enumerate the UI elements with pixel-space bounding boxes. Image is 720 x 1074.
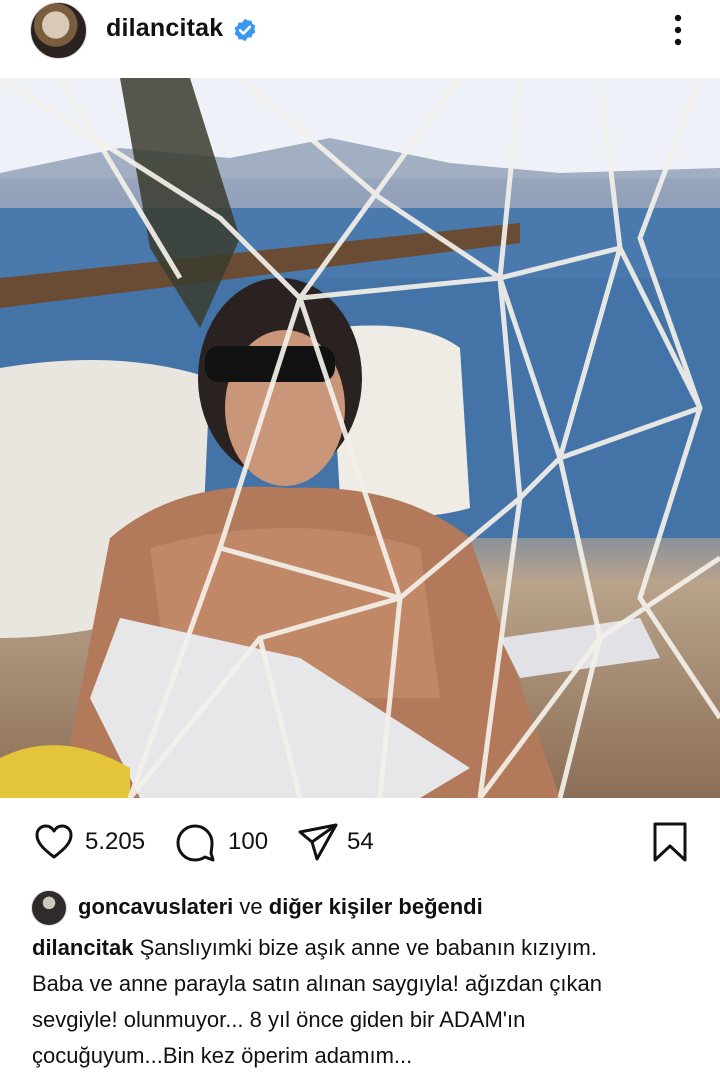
liked-by-others[interactable]: diğer kişiler beğendi <box>269 894 483 919</box>
verified-badge-icon <box>234 18 256 42</box>
shares-count[interactable]: 54 <box>347 828 374 856</box>
liker-avatar[interactable] <box>31 890 67 926</box>
photo-illustration <box>0 78 720 798</box>
liked-by-connector: ve <box>239 894 263 919</box>
heart-icon[interactable] <box>32 820 76 864</box>
send-icon[interactable] <box>296 820 340 864</box>
caption-text-1: Şanslıyımki bize aşık anne ve babanın kı… <box>139 935 597 960</box>
liker-username[interactable]: goncavuslateri <box>78 894 233 919</box>
post-actions: 5.205 100 54 <box>0 812 720 874</box>
caption-line-1: dilancitak Şanslıyımki bize aşık anne ve… <box>32 930 702 966</box>
caption-text-3: sevgiyle! olunmuyor... 8 yıl önce giden … <box>32 1007 526 1032</box>
likes-count[interactable]: 5.205 <box>85 828 145 856</box>
comment-icon[interactable] <box>173 820 217 864</box>
post-header: dilancitak <box>0 0 720 78</box>
post-photo[interactable] <box>0 78 720 798</box>
caption-username[interactable]: dilancitak <box>32 935 133 960</box>
comments-count[interactable]: 100 <box>228 828 268 856</box>
more-vertical-icon[interactable] <box>664 12 692 48</box>
caption-text-2: Baba ve anne parayla satın alınan saygıy… <box>32 971 602 996</box>
bookmark-icon[interactable] <box>648 820 692 864</box>
post-caption: dilancitak Şanslıyımki bize aşık anne ve… <box>32 930 702 1074</box>
profile-avatar[interactable] <box>30 2 87 59</box>
liked-by-row: goncavuslateri ve diğer kişiler beğendi <box>0 884 720 932</box>
liked-by-text: goncavuslateri ve diğer kişiler beğendi <box>78 894 483 920</box>
caption-text-4: çocuğuyum...Bin kez öperim adamım... <box>32 1043 413 1068</box>
post-username[interactable]: dilancitak <box>106 14 223 43</box>
